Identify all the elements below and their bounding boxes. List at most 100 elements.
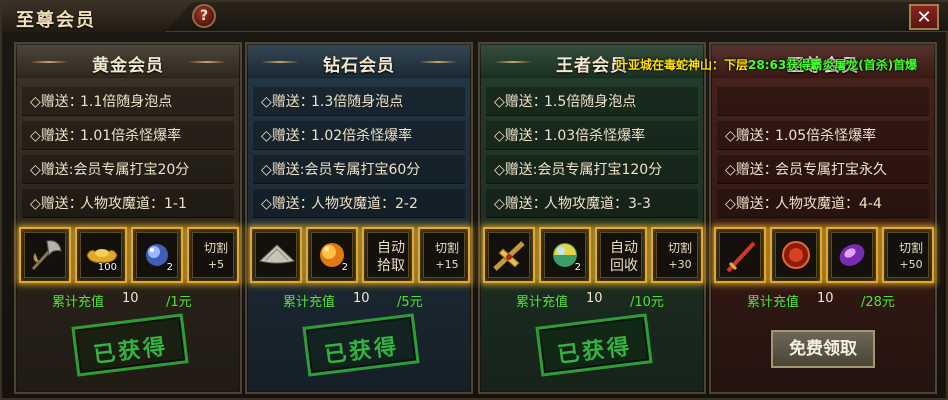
obtained-stamp: 已获得	[71, 313, 189, 377]
obtained-label: 已获得	[92, 334, 170, 369]
reward-slot[interactable]: 2	[539, 227, 591, 283]
cut-label: 切割	[203, 241, 228, 255]
perk-prefix: ◇赠送：	[725, 162, 778, 178]
panel-title: 黄金会员	[92, 56, 164, 76]
perk-text: 人物攻魔道：2-2	[311, 196, 418, 212]
perk-text: 1.05倍杀怪爆率	[775, 128, 877, 144]
item-quantity: 2	[341, 262, 348, 273]
close-button[interactable]: ✕	[909, 4, 939, 30]
recharge-row: 累计充值 10 /1元	[16, 291, 240, 310]
recharge-target: /5元	[397, 295, 423, 310]
perk-row: ◇赠送： 会员专属打宝永久	[717, 154, 929, 184]
free-claim-button[interactable]: 免费领取	[771, 330, 875, 368]
recharge-label: 累计充值	[516, 295, 569, 310]
reward-slot[interactable]: 自动 拾取	[362, 227, 414, 283]
item-quantity: 2	[166, 262, 173, 273]
recharge-row: 累计充值 10 /5元	[247, 291, 471, 310]
broadcast-message: 叶亚城在毒蛇神山：下层28:63获得霸炎屠龙(首杀)首爆	[616, 56, 948, 74]
straw-hat-icon	[258, 244, 296, 264]
reward-slot[interactable]: 切割 +30	[651, 227, 703, 283]
perk-prefix: ◇赠送：	[30, 94, 83, 110]
reward-slot[interactable]	[714, 227, 766, 283]
perk-prefix: ◇赠送：	[261, 94, 314, 110]
perk-text: 人物攻魔道：4-4	[775, 196, 882, 212]
perk-prefix: ◇赠送：	[261, 196, 314, 212]
panel-title: 钻石会员	[323, 56, 395, 76]
perk-text: 会员专属打宝永久	[775, 162, 887, 178]
perk-text: 1.02倍杀怪爆率	[311, 128, 413, 144]
red-medallion-icon	[782, 241, 810, 269]
broadcast-part-1: 叶亚城在毒蛇神山：下层	[616, 58, 749, 72]
reward-slot[interactable]	[770, 227, 822, 283]
recharge-row: 累计充值 10 /10元	[480, 291, 704, 310]
recharge-current: 10	[122, 291, 139, 306]
cut-bonus: +5	[207, 258, 225, 271]
cut-bonus: +30	[668, 258, 692, 271]
perk-prefix: ◇赠送：	[30, 196, 83, 212]
perk-row: ◇赠送： 1.03倍杀怪爆率	[486, 120, 698, 150]
obtained-stamp: 已获得	[302, 313, 420, 377]
perk-prefix: ◇赠送：	[725, 128, 778, 144]
perk-text: 1.01倍杀怪爆率	[80, 128, 182, 144]
help-button[interactable]: ?	[192, 4, 216, 28]
title-bar: 至尊会员 ? ✕	[2, 2, 948, 32]
auto-action-label: 拾取	[377, 258, 405, 274]
recharge-current: 10	[817, 291, 834, 306]
perk-prefix: ◇赠送：	[725, 196, 778, 212]
perk-row: ◇赠送： 人物攻魔道：4-4	[717, 188, 929, 218]
panel-header: 钻石会员	[247, 44, 471, 78]
dragon-blade-icon	[493, 241, 525, 271]
broadcast-part-2: 28:63获得霸炎屠龙(首杀)首爆	[748, 58, 918, 72]
perk-text: ◇赠送:会员专属打宝120分	[494, 162, 663, 178]
perk-row: ◇赠送： 1.3倍随身泡点	[253, 86, 465, 116]
reward-slot[interactable]: 100	[75, 227, 127, 283]
perk-row: ◇赠送： 1.02倍杀怪爆率	[253, 120, 465, 150]
perk-row: ◇赠送： 1.5倍随身泡点	[486, 86, 698, 116]
perk-text: 人物攻魔道：1-1	[80, 196, 187, 212]
vip-window: 至尊会员 ? ✕ 黄金会员 ◇赠送： 1.1倍随身泡点 ◇赠送： 1.01倍杀怪…	[0, 0, 948, 400]
reward-slot[interactable]: 切割 +15	[418, 227, 470, 283]
cut-bonus: +50	[899, 258, 923, 271]
perk-row: ◇赠送:会员专属打宝60分	[253, 154, 465, 184]
perk-text: ◇赠送:会员专属打宝20分	[30, 162, 190, 178]
reward-items: 切割 +50	[711, 227, 935, 287]
perk-row: ◇赠送： 1.1倍随身泡点	[22, 86, 234, 116]
perk-text: 1.5倍随身泡点	[544, 94, 637, 110]
perk-text: ◇赠送:会员专属打宝60分	[261, 162, 421, 178]
recharge-target: /1元	[166, 295, 192, 310]
perk-row: ◇赠送： 人物攻魔道：1-1	[22, 188, 234, 218]
recharge-row: 累计充值 10 /28元	[711, 291, 935, 310]
reward-slot[interactable]: 切割 +5	[187, 227, 239, 283]
recharge-current: 10	[586, 291, 603, 306]
reward-items: 100 2 切割 +5	[16, 227, 240, 287]
item-quantity: 100	[97, 262, 117, 273]
obtained-label: 已获得	[556, 334, 634, 369]
purple-gem-icon	[839, 244, 865, 266]
perk-text: 人物攻魔道：3-3	[544, 196, 651, 212]
perk-row	[717, 86, 929, 116]
perk-row: ◇赠送： 1.05倍杀怪爆率	[717, 120, 929, 150]
reward-slot[interactable]	[826, 227, 878, 283]
perk-row: ◇赠送:会员专属打宝120分	[486, 154, 698, 184]
perk-text: 1.1倍随身泡点	[80, 94, 173, 110]
window-title: 至尊会员	[16, 10, 96, 31]
red-sword-icon	[726, 241, 756, 273]
panel-header: 黄金会员	[16, 44, 240, 78]
reward-slot[interactable]	[250, 227, 302, 283]
reward-slot[interactable]: 2	[131, 227, 183, 283]
perk-row: ◇赠送： 人物攻魔道：2-2	[253, 188, 465, 218]
header-ornament	[188, 61, 226, 63]
reward-slot[interactable]: 切割 +50	[882, 227, 934, 283]
reward-slot[interactable]	[483, 227, 535, 283]
reward-slot[interactable]: 自动 回收	[595, 227, 647, 283]
auto-label: 自动	[610, 240, 638, 256]
obtained-label: 已获得	[323, 334, 401, 369]
recharge-target: /28元	[861, 295, 895, 310]
panel-supreme: 至尊会员 ◇赠送： 1.05倍杀怪爆率 ◇赠送： 会员专属打宝永久 ◇赠送： 人…	[709, 42, 937, 394]
recharge-label: 累计充值	[52, 295, 105, 310]
obtained-stamp: 已获得	[535, 313, 653, 377]
perk-prefix: ◇赠送：	[30, 128, 83, 144]
panel-king: 王者会员 ◇赠送： 1.5倍随身泡点 ◇赠送： 1.03倍杀怪爆率 ◇赠送:会员…	[478, 42, 706, 394]
reward-slot[interactable]: 2	[306, 227, 358, 283]
reward-slot[interactable]	[19, 227, 71, 283]
